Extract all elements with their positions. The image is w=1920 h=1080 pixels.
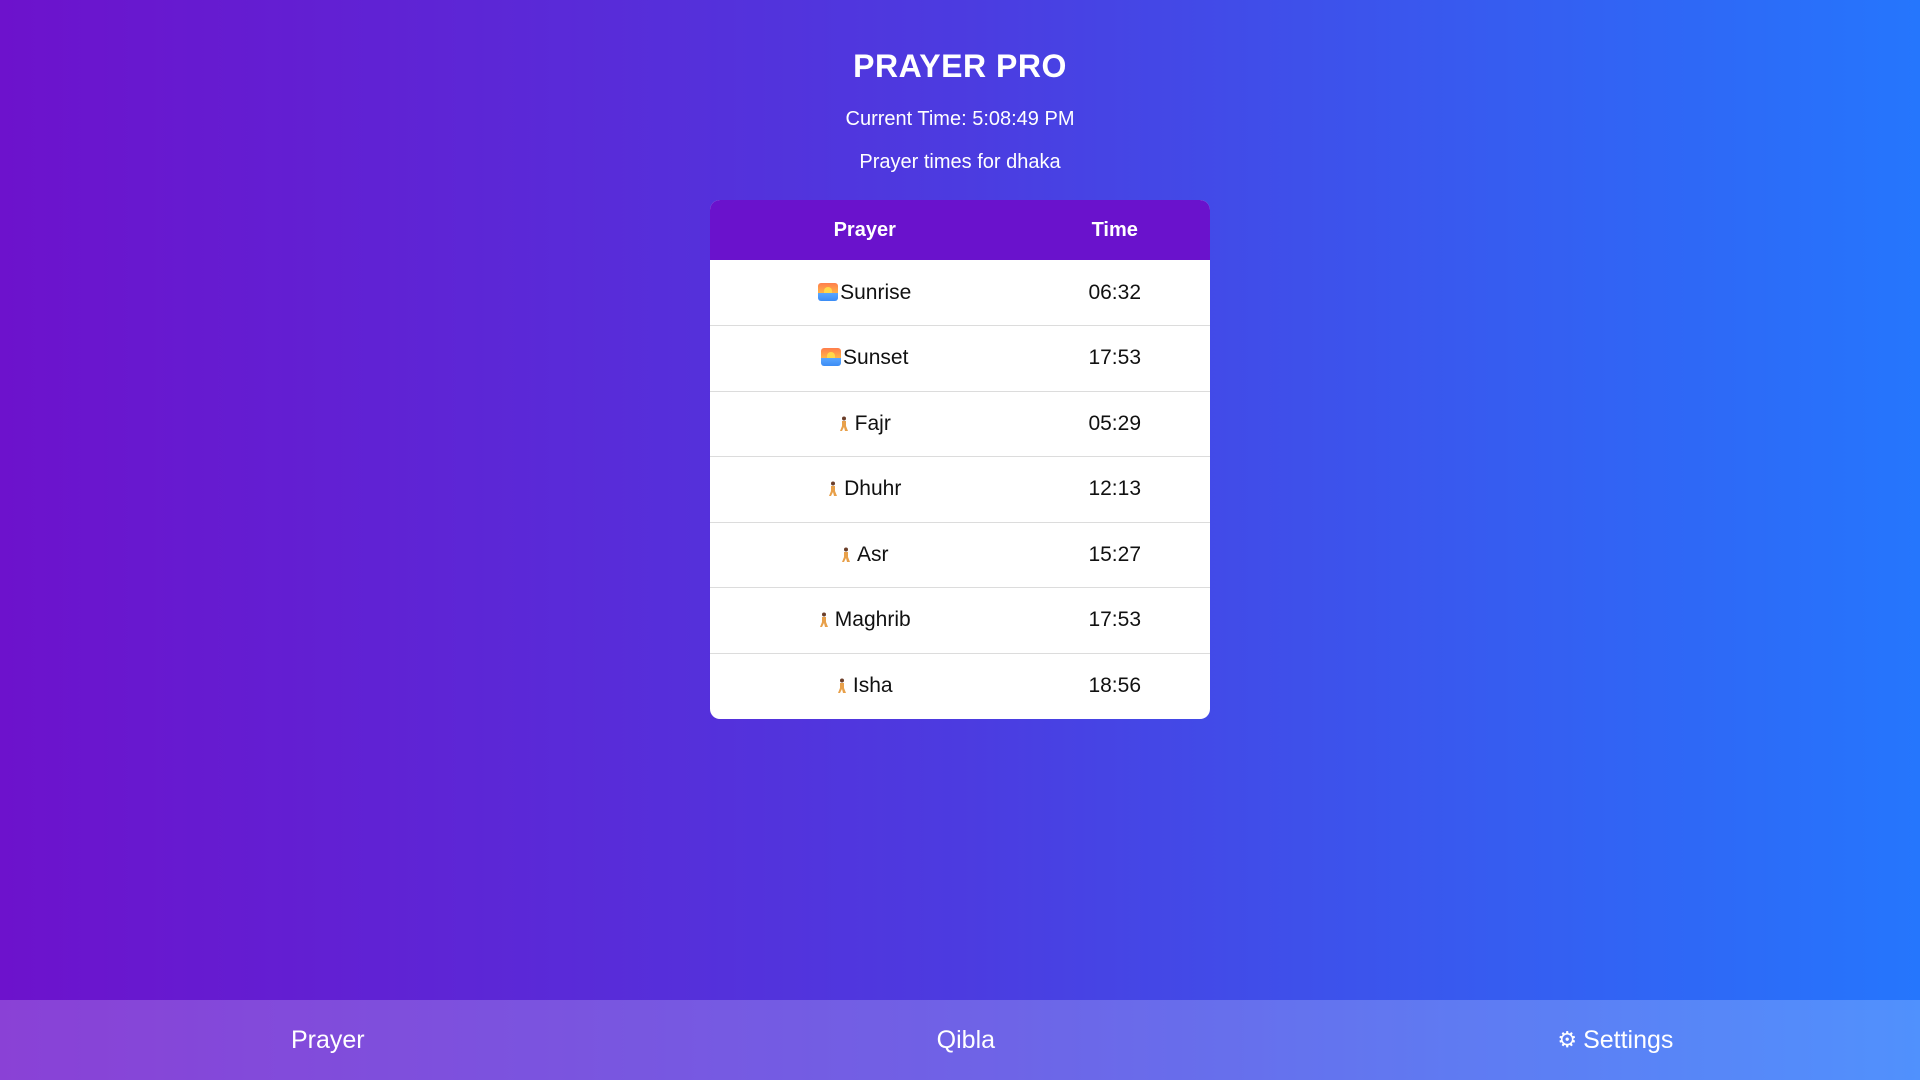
table-row: Isha 18:56 [710, 653, 1210, 719]
prayer-time: 17:53 [1088, 608, 1142, 632]
prayer-time: 15:27 [1088, 542, 1142, 566]
prayer-time: 12:13 [1088, 477, 1142, 501]
table-row: Fajr 05:29 [710, 391, 1210, 457]
nav-settings-tab[interactable]: ⚙ Settings [1299, 1000, 1920, 1080]
sunrise-icon [818, 282, 839, 301]
table-row: Sunrise 06:32 [710, 260, 1210, 326]
table-row: Maghrib 17:53 [710, 587, 1210, 654]
person-kneeling-icon [839, 416, 848, 431]
nav-prayer-label: Prayer [291, 1025, 365, 1054]
gear-icon: ⚙ [1557, 1027, 1578, 1052]
prayer-name-cell: Asr [710, 522, 1019, 588]
table-header-row: Prayer Time [710, 200, 1210, 260]
prayer-name: Isha [852, 674, 893, 697]
prayer-name-cell: Maghrib [710, 588, 1019, 654]
table-row: Dhuhr 12:13 [710, 456, 1210, 523]
prayer-time: 18:56 [1088, 674, 1142, 697]
prayer-time: 17:53 [1088, 346, 1142, 370]
prayer-name: Maghrib [834, 608, 911, 632]
prayer-name: Asr [856, 542, 889, 566]
prayer-time: 06:32 [1088, 280, 1142, 304]
nav-qibla-label: Qibla [936, 1025, 996, 1054]
nav-settings-label: Settings [1583, 1025, 1674, 1054]
table-row: Asr 15:27 [710, 522, 1210, 588]
prayer-name: Fajr [854, 411, 891, 435]
bottom-nav-bar: Prayer Qibla ⚙ Settings [0, 1000, 1920, 1080]
prayer-name: Sunset [843, 346, 909, 370]
nav-prayer-tab[interactable]: Prayer [0, 1000, 654, 1080]
prayer-name-cell: Dhuhr [710, 457, 1019, 523]
person-kneeling-icon [819, 612, 828, 628]
app-title: PRAYER PRO [853, 48, 1067, 84]
location-label: Prayer times for dhaka [859, 151, 1061, 173]
table-row: Sunset 17:53 [710, 325, 1210, 392]
person-kneeling-icon [829, 481, 838, 497]
current-time: Current Time: 5:08:49 PM [845, 108, 1075, 130]
prayer-times-table: Prayer Time Sunrise 06:32 Sunset 17:53 F… [710, 200, 1210, 719]
person-kneeling-icon [841, 547, 850, 562]
prayer-time: 05:29 [1088, 411, 1142, 435]
sunrise-icon [821, 348, 842, 367]
prayer-name: Sunrise [840, 280, 912, 304]
prayer-name-cell: Fajr [710, 391, 1019, 457]
nav-qibla-tab[interactable]: Qibla [654, 1000, 1300, 1080]
prayer-name-cell: Sunrise [710, 260, 1019, 326]
person-kneeling-icon [837, 678, 846, 693]
prayer-name-cell: Sunset [710, 326, 1019, 392]
prayer-name-cell: Isha [710, 653, 1019, 719]
prayer-name: Dhuhr [844, 477, 902, 501]
time-column-header: Time [1091, 218, 1138, 241]
prayer-column-header: Prayer [833, 218, 896, 241]
